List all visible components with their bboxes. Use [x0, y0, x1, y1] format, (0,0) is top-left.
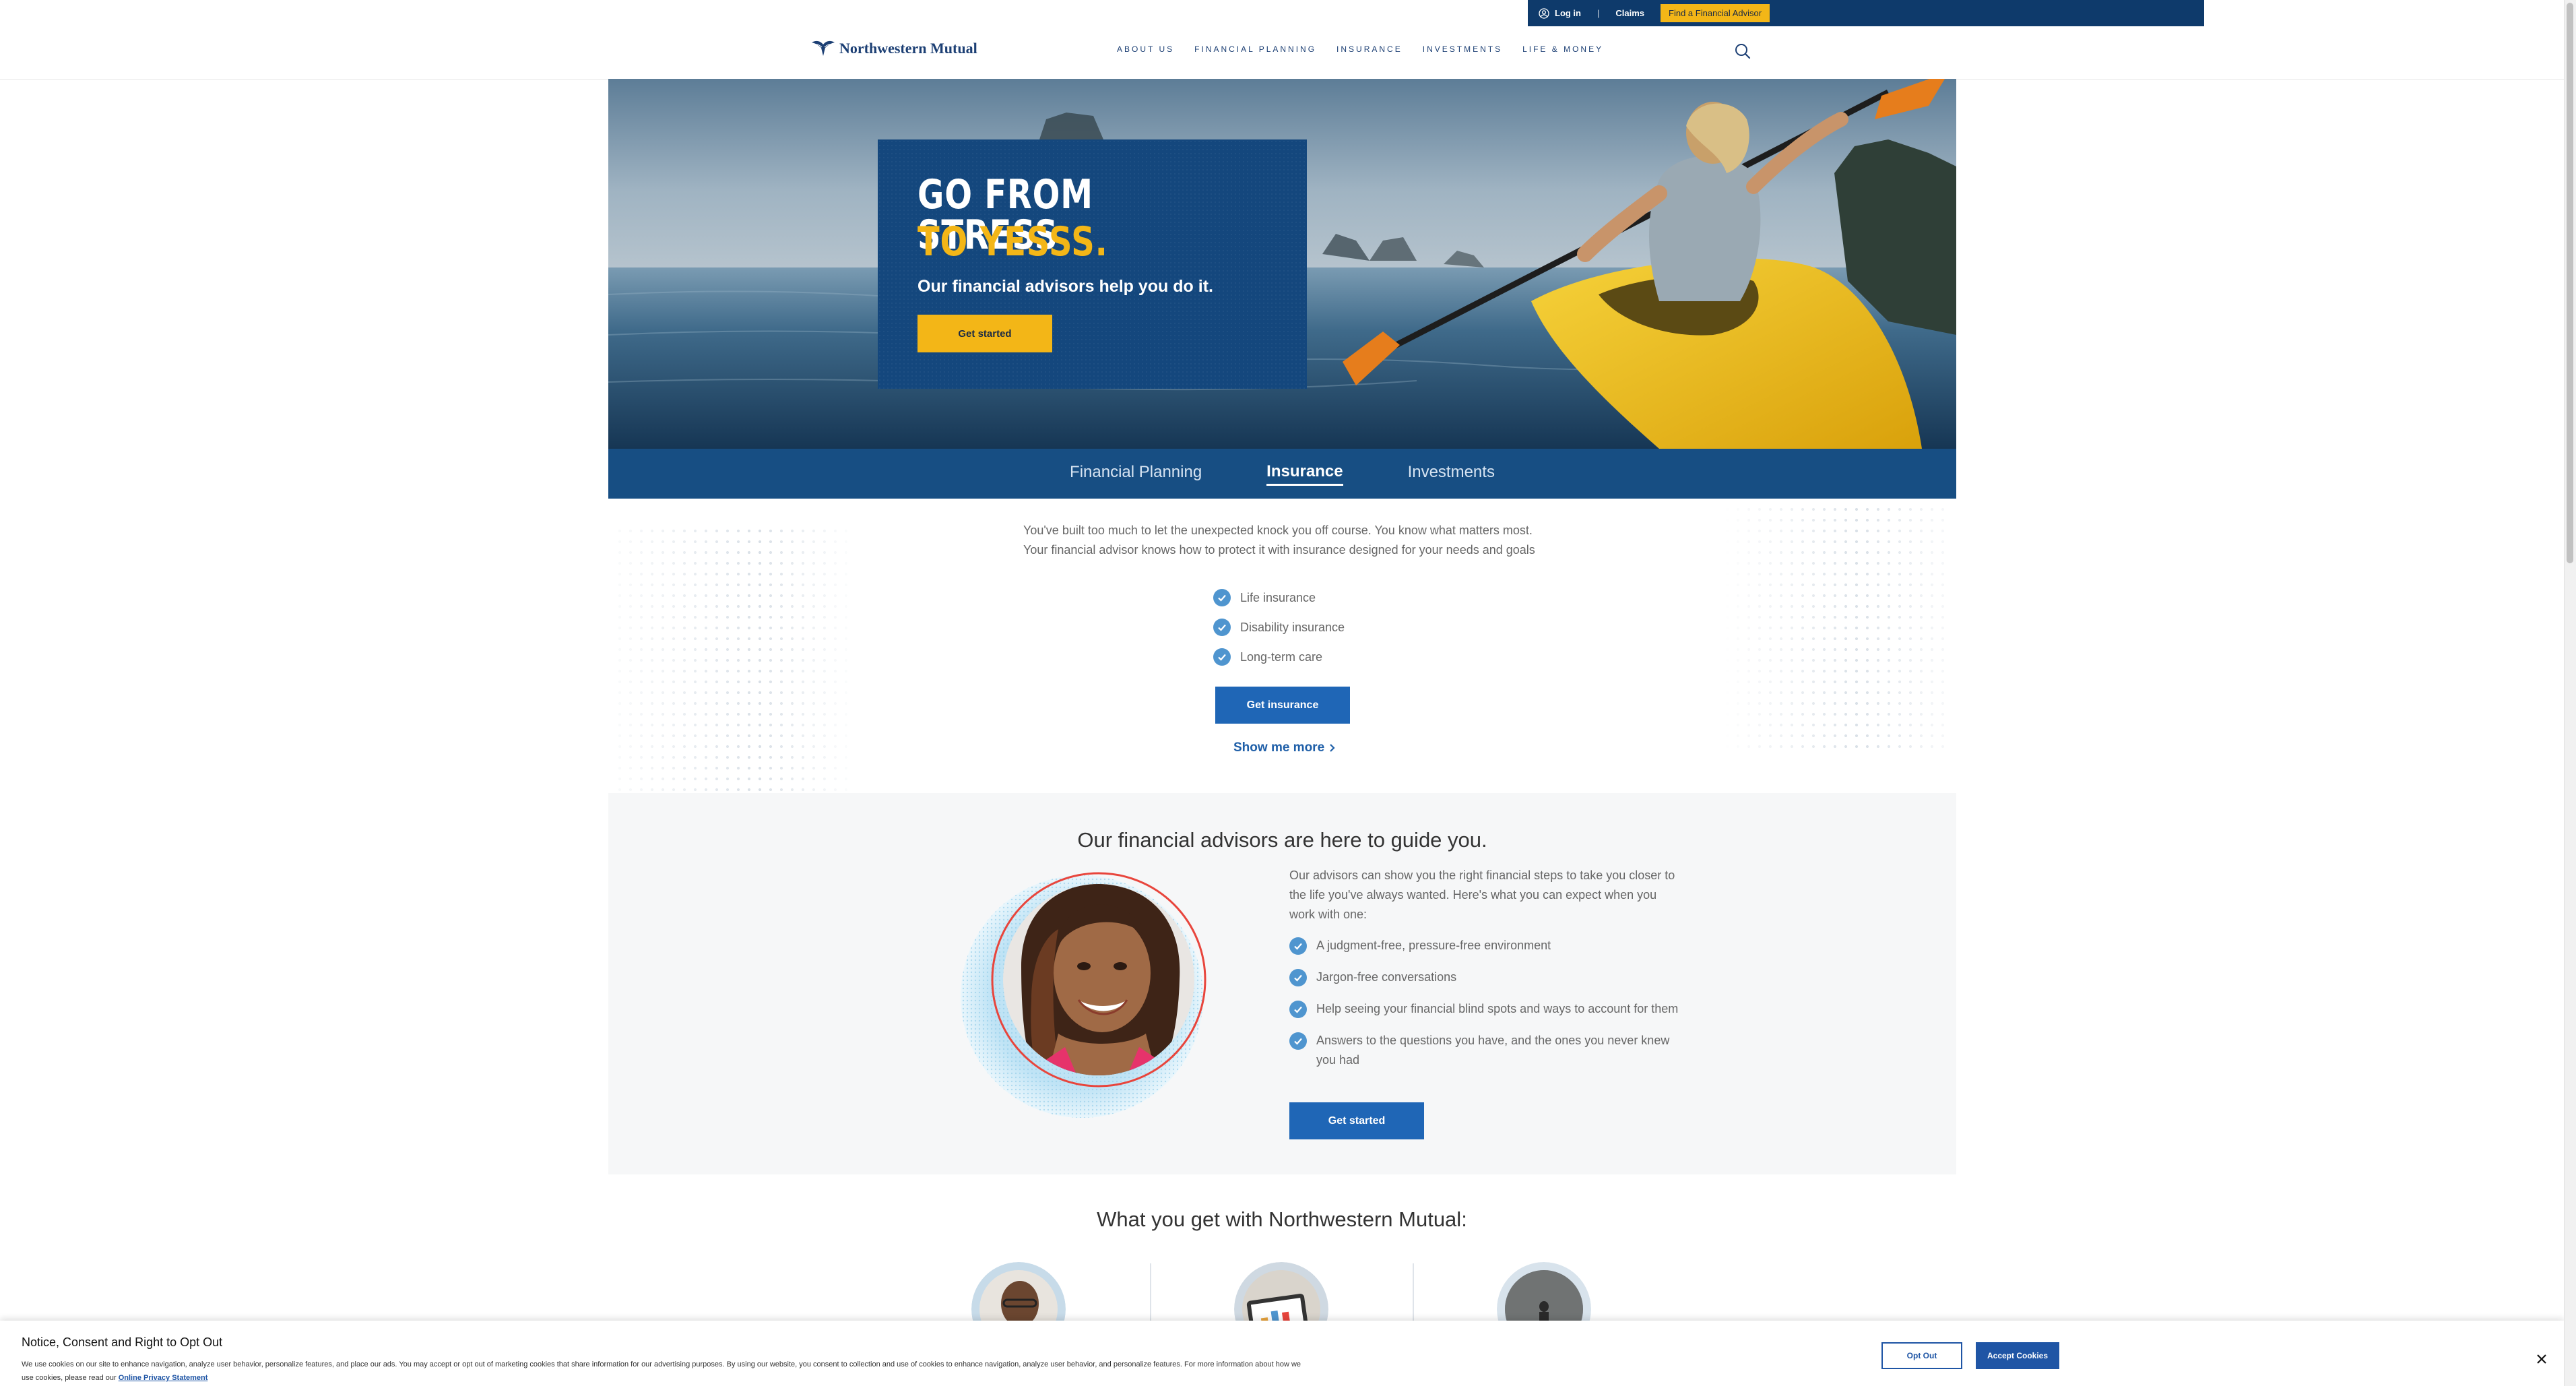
- what-you-get-title: What you get with Northwestern Mutual:: [1097, 1207, 1467, 1231]
- insurance-item-label: Disability insurance: [1240, 620, 1345, 634]
- hero-subtitle: Our financial advisors help you do it.: [917, 277, 1213, 296]
- user-icon: [1539, 7, 1549, 19]
- list-item: Long-term care: [1213, 648, 1345, 666]
- list-item: Answers to the questions you have, and t…: [1289, 1031, 1680, 1070]
- logo-wordmark: Northwestern Mutual: [839, 40, 977, 57]
- decorative-dots-right: [1722, 504, 1951, 753]
- close-icon[interactable]: [2534, 1352, 2549, 1366]
- tab-investments[interactable]: Investments: [1408, 463, 1495, 484]
- advisor-portrait: [961, 872, 1206, 1118]
- checkmark-icon: [1213, 648, 1231, 666]
- claims-link[interactable]: Claims: [1615, 8, 1644, 18]
- nav-investments[interactable]: INVESTMENTS: [1423, 44, 1502, 54]
- list-item: Disability insurance: [1213, 619, 1345, 636]
- decorative-dots-left: [614, 526, 857, 795]
- checkmark-icon: [1213, 619, 1231, 636]
- hero-get-started-button[interactable]: Get started: [917, 315, 1052, 352]
- checkmark-icon: [1289, 937, 1307, 955]
- benefit-label: Jargon-free conversations: [1316, 970, 1457, 984]
- login-link[interactable]: Log in: [1539, 7, 1581, 19]
- checkmark-icon: [1289, 1032, 1307, 1050]
- eagle-logo-icon: [812, 40, 835, 56]
- opt-out-button[interactable]: Opt Out: [1881, 1342, 1962, 1369]
- hero-headline-line2: TO YESSS.: [917, 218, 1108, 265]
- cookie-title: Notice, Consent and Right to Opt Out: [22, 1335, 223, 1349]
- feature-divider: [1413, 1263, 1414, 1324]
- advisors-get-started-button[interactable]: Get started: [1289, 1102, 1424, 1139]
- hero-card: GO FROM STRESS TO YESSS. Our financial a…: [878, 139, 1307, 389]
- tab-insurance[interactable]: Insurance: [1266, 462, 1343, 486]
- insurance-item-label: Life insurance: [1240, 590, 1316, 604]
- site-header: Northwestern Mutual ABOUT US FINANCIAL P…: [0, 26, 2564, 80]
- privacy-statement-link[interactable]: Online Privacy Statement: [119, 1374, 208, 1382]
- nav-life-and-money[interactable]: LIFE & MONEY: [1522, 44, 1603, 54]
- tab-financial-planning[interactable]: Financial Planning: [1070, 463, 1202, 484]
- hero-banner: GO FROM STRESS TO YESSS. Our financial a…: [608, 79, 1956, 449]
- accept-cookies-button[interactable]: Accept Cookies: [1976, 1342, 2059, 1369]
- advisors-intro-text: Our advisors can show you the right fina…: [1289, 869, 1675, 921]
- show-more-label: Show me more: [1233, 741, 1325, 755]
- advisors-section: Our financial advisors are here to guide…: [608, 793, 1956, 1174]
- cookie-banner: Notice, Consent and Right to Opt Out We …: [0, 1321, 2564, 1386]
- utility-bar: Log in | Claims Find a Financial Advisor: [1528, 0, 2204, 26]
- get-insurance-button[interactable]: Get insurance: [1215, 687, 1350, 724]
- list-item: Help seeing your financial blind spots a…: [1289, 999, 1680, 1019]
- checkmark-icon: [1289, 969, 1307, 986]
- logo[interactable]: Northwestern Mutual: [811, 38, 977, 59]
- benefit-label: Answers to the questions you have, and t…: [1316, 1034, 1670, 1067]
- utility-separator: |: [1597, 8, 1600, 18]
- advisors-title: Our financial advisors are here to guide…: [1077, 828, 1487, 852]
- nav-financial-planning[interactable]: FINANCIAL PLANNING: [1194, 44, 1316, 54]
- list-item: Jargon-free conversations: [1289, 968, 1680, 987]
- main-nav: ABOUT US FINANCIAL PLANNING INSURANCE IN…: [1117, 44, 1603, 54]
- cookie-body-line1: We use cookies on our site to enhance na…: [22, 1360, 1301, 1368]
- nav-about-us[interactable]: ABOUT US: [1117, 44, 1174, 54]
- insurance-intro-text: You've built too much to let the unexpec…: [1023, 524, 1535, 557]
- search-icon[interactable]: [1734, 42, 1751, 60]
- benefit-label: A judgment-free, pressure-free environme…: [1316, 939, 1551, 952]
- feature-divider: [1150, 1263, 1151, 1324]
- show-me-more-link[interactable]: Show me more: [1233, 741, 1337, 755]
- list-item: A judgment-free, pressure-free environme…: [1289, 936, 1680, 955]
- cookie-body-line2: use cookies, please read our: [22, 1374, 117, 1382]
- advisors-benefits-list: A judgment-free, pressure-free environme…: [1289, 936, 1680, 1082]
- insurance-item-label: Long-term care: [1240, 650, 1323, 664]
- find-advisor-button[interactable]: Find a Financial Advisor: [1661, 4, 1770, 22]
- cookie-body: We use cookies on our site to enhance na…: [22, 1358, 1423, 1385]
- checkmark-icon: [1289, 1001, 1307, 1018]
- benefit-label: Help seeing your financial blind spots a…: [1316, 1002, 1679, 1015]
- list-item: Life insurance: [1213, 589, 1345, 606]
- scrollbar-thumb[interactable]: [2567, 3, 2573, 563]
- checkmark-icon: [1213, 589, 1231, 606]
- nav-insurance[interactable]: INSURANCE: [1337, 44, 1403, 54]
- insurance-list: Life insurance Disability insurance Long…: [1213, 589, 1345, 666]
- login-label: Log in: [1555, 8, 1581, 18]
- product-tabs: Financial Planning Insurance Investments: [608, 449, 1956, 499]
- chevron-right-icon: [1330, 744, 1335, 752]
